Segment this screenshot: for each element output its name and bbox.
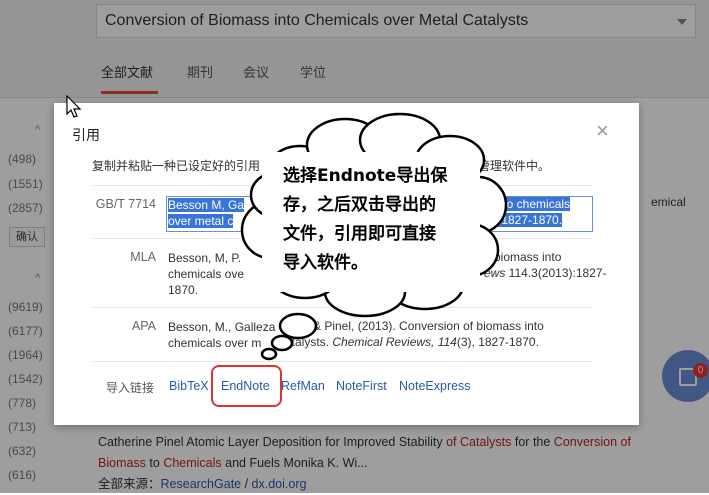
mouse-cursor-icon [66, 95, 82, 118]
callout-line: 文件，引用即可直接 [283, 224, 436, 244]
callout-line: 存，之后双击导出的 [283, 195, 436, 215]
callout-line: 导入软件。 [283, 253, 368, 273]
callout-line: 选择Endnote导出保 [283, 166, 448, 186]
callout-text: 选择Endnote导出保 存，之后双击导出的 文件，引用即可直接 导入软件。 [283, 162, 475, 278]
